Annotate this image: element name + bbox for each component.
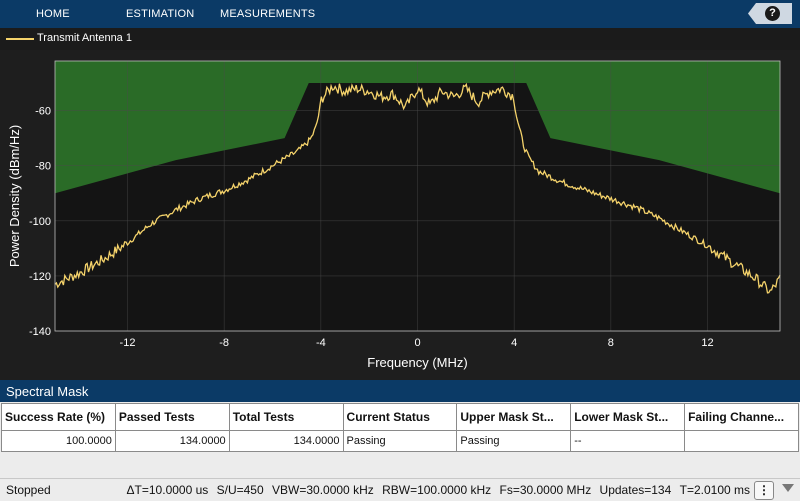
column-header[interactable]: Success Rate (%): [1, 403, 116, 431]
column-header[interactable]: Lower Mask St...: [570, 403, 686, 431]
table-cell: Passing: [342, 430, 458, 452]
column-header[interactable]: Upper Mask St...: [456, 403, 572, 431]
y-tick-label: -120: [29, 271, 51, 283]
x-tick-label: 4: [511, 337, 517, 349]
legend-swatch: [6, 38, 34, 40]
spectrum-plot[interactable]: -12 -8 -4 0 4 8 12 -140 -120 -100 -80 -60 Frequency…: [0, 50, 800, 380]
spectral-mask-table: Success Rate (%) Passed Tests Total Test…: [1, 403, 799, 452]
table-cell: 134.0000: [228, 430, 344, 452]
vbw-readout: VBW=30.0000 kHz: [272, 483, 374, 497]
dropdown-arrow-icon[interactable]: [782, 484, 794, 492]
tab-home[interactable]: HOME: [36, 0, 70, 28]
panel-title: Spectral Mask: [6, 384, 89, 399]
spectral-mask-table-area: Success Rate (%) Passed Tests Total Test…: [0, 402, 800, 478]
more-options-icon[interactable]: ⋮: [754, 481, 774, 500]
x-tick-label: -4: [316, 337, 326, 349]
table-cell: [684, 430, 799, 452]
column-header[interactable]: Current Status: [342, 403, 458, 431]
su-readout: S/U=450: [216, 483, 264, 497]
y-tick-label: -140: [29, 326, 51, 338]
x-tick-label: 12: [701, 337, 713, 349]
x-tick-label: 0: [414, 337, 420, 349]
fs-readout: Fs=30.0000 MHz: [499, 483, 592, 497]
legend-label[interactable]: Transmit Antenna 1: [37, 32, 132, 44]
x-tick-label: -12: [120, 337, 136, 349]
toolstrip: HOME ESTIMATION MEASUREMENTS ?: [0, 0, 800, 28]
table-cell: 134.0000: [114, 430, 230, 452]
tab-measurements[interactable]: MEASUREMENTS: [220, 0, 315, 28]
x-tick-label: -8: [219, 337, 229, 349]
column-header[interactable]: Total Tests: [228, 403, 344, 431]
table-row[interactable]: 100.0000 134.0000 134.0000 Passing Passi…: [1, 430, 799, 452]
status-readouts: ΔT=10.0000 us S/U=450 VBW=30.0000 kHz RB…: [122, 483, 750, 497]
updates-readout: Updates=134: [599, 483, 672, 497]
table-header-row: Success Rate (%) Passed Tests Total Test…: [1, 403, 799, 431]
spectral-mask-header: Spectral Mask: [0, 380, 800, 402]
column-header[interactable]: Failing Channe...: [684, 403, 799, 431]
table-cell: 100.0000: [1, 430, 116, 452]
run-state: Stopped: [6, 483, 51, 497]
table-cell: --: [570, 430, 686, 452]
y-tick-label: -100: [29, 216, 51, 228]
y-tick-label: -60: [35, 106, 51, 118]
delta-t-readout: ΔT=10.0000 us: [126, 483, 209, 497]
plot-area: -12 -8 -4 0 4 8 12 -140 -120 -100 -80 -60: [29, 60, 781, 349]
status-bar: Stopped ΔT=10.0000 us S/U=450 VBW=30.000…: [0, 478, 800, 501]
x-tick-label: 8: [608, 337, 614, 349]
rbw-readout: RBW=100.0000 kHz: [382, 483, 492, 497]
y-tick-label: -80: [35, 161, 51, 173]
tab-estimation[interactable]: ESTIMATION: [126, 0, 194, 28]
y-axis-label: Power Density (dBm/Hz): [7, 125, 22, 267]
help-button[interactable]: ?: [748, 3, 792, 24]
column-header[interactable]: Passed Tests: [114, 403, 230, 431]
table-cell: Passing: [456, 430, 572, 452]
x-axis-label: Frequency (MHz): [367, 355, 467, 370]
help-icon: ?: [765, 6, 780, 21]
time-readout: T=2.0100 ms: [679, 483, 750, 497]
legend: Transmit Antenna 1: [0, 28, 800, 51]
